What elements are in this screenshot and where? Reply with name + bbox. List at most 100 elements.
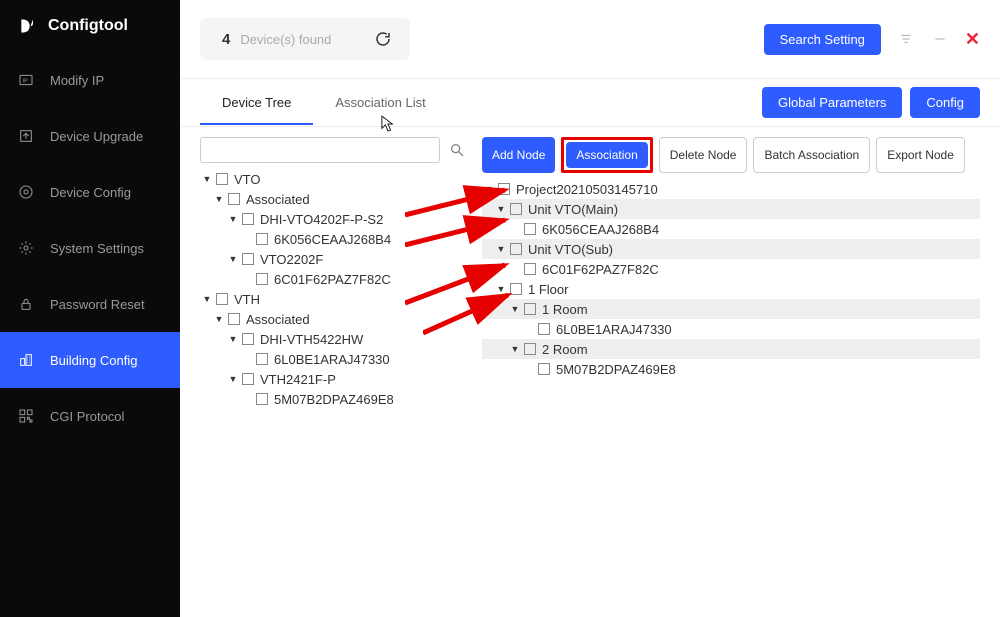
project-tree: ▼ Project20210503145710 ▼ Unit VTO(Main) 6… xyxy=(482,179,980,379)
tree-toggle[interactable]: ▼ xyxy=(202,294,212,304)
tree-item-vto[interactable]: VTO xyxy=(232,172,261,187)
tree-item-serial[interactable]: 6L0BE1ARAJ47330 xyxy=(272,352,390,367)
search-icon[interactable] xyxy=(444,137,470,163)
tree-checkbox[interactable] xyxy=(510,243,522,255)
qr-icon xyxy=(18,408,34,424)
tree-item-floor[interactable]: 1 Floor xyxy=(526,282,568,297)
tree-item-serial[interactable]: 5M07B2DPAZ469E8 xyxy=(554,362,676,377)
tree-checkbox[interactable] xyxy=(216,293,228,305)
tree-item-device[interactable]: DHI-VTO4202F-P-S2 xyxy=(258,212,383,227)
nav-system-settings[interactable]: System Settings xyxy=(0,220,180,276)
config-button[interactable]: Config xyxy=(910,87,980,118)
tree-item-serial[interactable]: 5M07B2DPAZ469E8 xyxy=(272,392,394,407)
dropdown-icon[interactable] xyxy=(897,30,915,48)
tree-checkbox[interactable] xyxy=(256,273,268,285)
batch-association-button[interactable]: Batch Association xyxy=(753,137,870,173)
tree-item-serial[interactable]: 6C01F62PAZ7F82C xyxy=(272,272,391,287)
tree-toggle[interactable]: ▼ xyxy=(214,194,224,204)
nav-cgi-protocol[interactable]: CGI Protocol xyxy=(0,388,180,444)
tree-item-associated[interactable]: Associated xyxy=(244,192,310,207)
tree-item-room[interactable]: 1 Room xyxy=(540,302,588,317)
tree-toggle[interactable]: ▼ xyxy=(510,344,520,354)
tree-item-serial[interactable]: 6C01F62PAZ7F82C xyxy=(540,262,659,277)
tree-checkbox[interactable] xyxy=(524,303,536,315)
minimize-icon[interactable] xyxy=(931,30,949,48)
tree-toggle[interactable] xyxy=(242,354,252,364)
global-parameters-button[interactable]: Global Parameters xyxy=(762,87,902,118)
tree-checkbox[interactable] xyxy=(242,253,254,265)
tree-toggle[interactable]: ▼ xyxy=(228,334,238,344)
tree-toggle[interactable]: ▼ xyxy=(484,184,494,194)
tree-toggle[interactable] xyxy=(510,224,520,234)
search-input[interactable] xyxy=(200,137,440,163)
tree-checkbox[interactable] xyxy=(524,343,536,355)
settings-icon xyxy=(18,240,34,256)
tree-item-vth[interactable]: VTH xyxy=(232,292,260,307)
tree-toggle[interactable]: ▼ xyxy=(228,374,238,384)
tree-toggle[interactable]: ▼ xyxy=(202,174,212,184)
tree-checkbox[interactable] xyxy=(216,173,228,185)
nav-device-upgrade[interactable]: Device Upgrade xyxy=(0,108,180,164)
association-highlight: Association xyxy=(561,137,652,173)
tab-association-list[interactable]: Association List xyxy=(313,81,447,124)
tree-toggle[interactable] xyxy=(524,324,534,334)
tree-item-device[interactable]: VTH2421F-P xyxy=(258,372,336,387)
association-button[interactable]: Association xyxy=(566,142,647,168)
tree-toggle[interactable] xyxy=(242,394,252,404)
tree-checkbox[interactable] xyxy=(256,233,268,245)
tree-item-serial[interactable]: 6L0BE1ARAJ47330 xyxy=(554,322,672,337)
nav-device-config[interactable]: Device Config xyxy=(0,164,180,220)
tree-checkbox[interactable] xyxy=(256,393,268,405)
tree-checkbox[interactable] xyxy=(242,333,254,345)
nav-building-config[interactable]: Building Config xyxy=(0,332,180,388)
tree-item-device[interactable]: VTO2202F xyxy=(258,252,323,267)
tree-checkbox[interactable] xyxy=(242,373,254,385)
tree-checkbox[interactable] xyxy=(538,363,550,375)
tree-checkbox[interactable] xyxy=(228,193,240,205)
tree-toggle[interactable] xyxy=(524,364,534,374)
tree-toggle[interactable] xyxy=(242,234,252,244)
search-setting-button[interactable]: Search Setting xyxy=(764,24,881,55)
tree-item-serial[interactable]: 6K056CEAAJ268B4 xyxy=(540,222,659,237)
tree-checkbox[interactable] xyxy=(524,263,536,275)
tree-checkbox[interactable] xyxy=(510,283,522,295)
device-count-number: 4 xyxy=(222,31,230,48)
export-node-button[interactable]: Export Node xyxy=(876,137,965,173)
tree-checkbox[interactable] xyxy=(498,183,510,195)
tree-item-project[interactable]: Project20210503145710 xyxy=(514,182,658,197)
nav-password-reset[interactable]: Password Reset xyxy=(0,276,180,332)
tree-item-device[interactable]: DHI-VTH5422HW xyxy=(258,332,363,347)
tab-device-tree[interactable]: Device Tree xyxy=(200,81,313,124)
tree-checkbox[interactable] xyxy=(228,313,240,325)
close-icon[interactable]: ✕ xyxy=(965,29,980,50)
tree-toggle[interactable]: ▼ xyxy=(510,304,520,314)
tree-toggle[interactable]: ▼ xyxy=(496,204,506,214)
tree-toggle[interactable]: ▼ xyxy=(214,314,224,324)
delete-node-button[interactable]: Delete Node xyxy=(659,137,748,173)
refresh-button[interactable] xyxy=(372,28,394,50)
tree-toggle[interactable] xyxy=(510,264,520,274)
tree-toggle[interactable]: ▼ xyxy=(228,214,238,224)
tree-toggle[interactable]: ▼ xyxy=(496,284,506,294)
svg-text:IP: IP xyxy=(23,79,28,85)
ip-icon: IP xyxy=(18,72,34,88)
lock-icon xyxy=(18,296,34,312)
tree-toggle[interactable]: ▼ xyxy=(496,244,506,254)
tree-checkbox[interactable] xyxy=(510,203,522,215)
tree-checkbox[interactable] xyxy=(256,353,268,365)
tree-checkbox[interactable] xyxy=(242,213,254,225)
app-logo: Configtool xyxy=(0,0,180,52)
tree-checkbox[interactable] xyxy=(524,223,536,235)
tree-toggle[interactable] xyxy=(242,274,252,284)
gear-icon xyxy=(18,184,34,200)
tree-item-room[interactable]: 2 Room xyxy=(540,342,588,357)
tree-checkbox[interactable] xyxy=(538,323,550,335)
tree-item-unit-sub[interactable]: Unit VTO(Sub) xyxy=(526,242,613,257)
tree-toggle[interactable]: ▼ xyxy=(228,254,238,264)
nav-modify-ip[interactable]: IP Modify IP xyxy=(0,52,180,108)
tree-item-associated[interactable]: Associated xyxy=(244,312,310,327)
tree-item-serial[interactable]: 6K056CEAAJ268B4 xyxy=(272,232,391,247)
tree-item-unit-main[interactable]: Unit VTO(Main) xyxy=(526,202,618,217)
nav-label: Modify IP xyxy=(50,73,104,88)
add-node-button[interactable]: Add Node xyxy=(482,137,555,173)
